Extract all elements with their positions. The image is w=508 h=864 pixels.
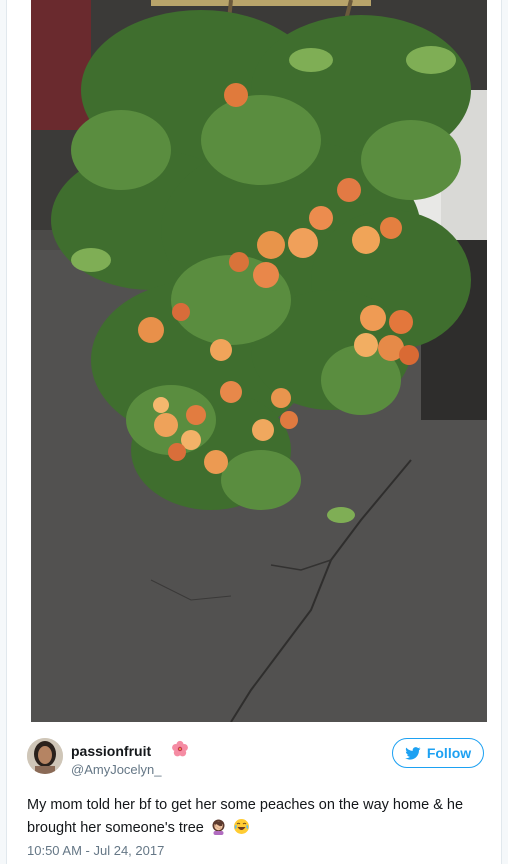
user-handle[interactable]: @AmyJocelyn_ [71, 762, 162, 778]
tweet-author-row: passionfruit @AmyJocelyn_ Follow [7, 722, 503, 786]
tweet-text-block: My mom told her bf to get her some peach… [27, 794, 483, 840]
hibiscus-flower-icon [171, 740, 189, 758]
woman-facepalming-icon [210, 818, 227, 835]
display-name[interactable]: passionfruit [71, 742, 151, 760]
tweet-card: passionfruit @AmyJocelyn_ Follow My mom … [6, 0, 502, 864]
avatar-image [27, 738, 63, 774]
twitter-bird-icon [405, 746, 421, 760]
follow-button[interactable]: Follow [392, 738, 484, 768]
avatar[interactable] [27, 738, 63, 774]
tears-of-joy-icon [233, 818, 250, 835]
peach-tree-image [31, 0, 487, 722]
tweet-timestamp[interactable]: 10:50 AM - Jul 24, 2017 [27, 843, 164, 859]
tweet-photo[interactable] [31, 0, 487, 722]
follow-label: Follow [426, 745, 472, 761]
